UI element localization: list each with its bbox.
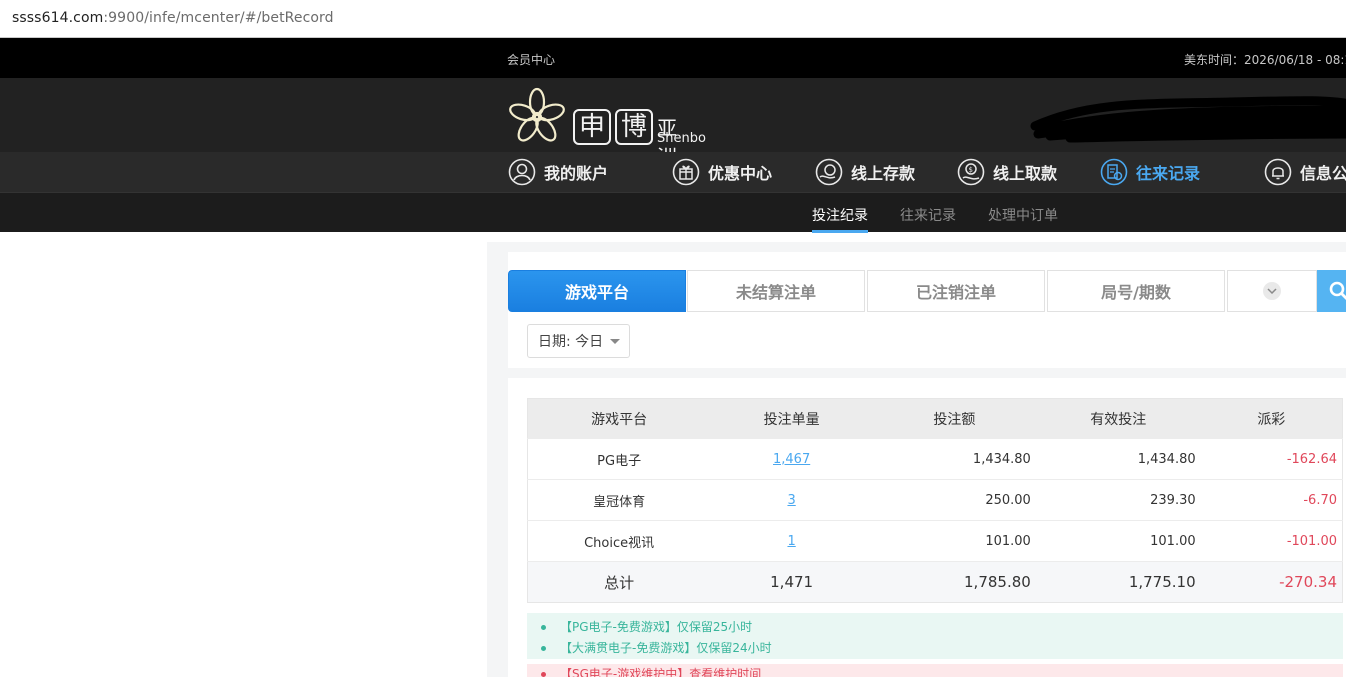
- col-header-payout: 派彩: [1200, 398, 1343, 439]
- user-icon: [508, 158, 536, 186]
- cell-platform: PG电子: [527, 438, 711, 480]
- gift-icon: [672, 158, 700, 186]
- notice-box: 【PG电子-免费游戏】仅保留25小时 【大满贯电子-免费游戏】仅保留24小时: [527, 613, 1343, 659]
- cell-platform: 皇冠体育: [527, 479, 711, 521]
- table-total-row: 总计 1,471 1,785.80 1,775.10 -270.34: [527, 561, 1343, 603]
- table-row: 皇冠体育 3 250.00 239.30 -6.70: [527, 479, 1343, 521]
- date-select-value: 日期: 今日: [538, 334, 604, 350]
- warning-item[interactable]: 【SG电子-游戏维护中】查看维护时间: [541, 664, 1343, 677]
- tab-bet-record[interactable]: 投注纪录: [812, 205, 868, 233]
- nav-label: 往来记录: [1136, 164, 1201, 183]
- cell-valid: 239.30: [1035, 479, 1201, 521]
- caret-down-icon: [610, 338, 621, 344]
- cell-amount: 101.00: [873, 520, 1036, 562]
- total-payout: -270.34: [1200, 561, 1343, 603]
- col-header-amount: 投注额: [873, 398, 1036, 439]
- filter-tab-round-number[interactable]: 局号/期数: [1047, 270, 1225, 312]
- filter-tab-cancelled[interactable]: 已注销注单: [867, 270, 1045, 312]
- total-count: 1,471: [710, 561, 873, 603]
- logo-char-shen: 申: [573, 109, 611, 145]
- us-east-time: 美东时间：2026/06/18 - 08:13: [1184, 53, 1346, 67]
- col-header-platform: 游戏平台: [527, 398, 711, 439]
- cell-count: 3: [710, 479, 873, 521]
- total-label: 总计: [527, 561, 711, 603]
- nav-label: 信息公: [1300, 164, 1346, 183]
- top-strip: 会员中心 美东时间：2026/06/18 - 08:13: [0, 38, 1346, 78]
- chevron-down-icon: [1263, 282, 1281, 300]
- bet-count-link[interactable]: 3: [787, 493, 795, 508]
- col-header-valid: 有效投注: [1035, 398, 1201, 439]
- main-nav: 我的账户 优惠中心 线上存款 $ 线上取款 往来记录 信息公: [0, 152, 1346, 192]
- cell-amount: 250.00: [873, 479, 1036, 521]
- warning-box: 【SG电子-游戏维护中】查看维护时间: [527, 664, 1343, 677]
- cell-payout: -6.70: [1200, 479, 1343, 521]
- tab-transaction-record[interactable]: 往来记录: [900, 205, 956, 225]
- nav-records[interactable]: 往来记录: [1100, 158, 1200, 186]
- cell-valid: 101.00: [1035, 520, 1201, 562]
- nav-label: 优惠中心: [708, 164, 773, 183]
- nav-promotions[interactable]: 优惠中心: [672, 158, 772, 186]
- notice-item: 【大满贯电子-免费游戏】仅保留24小时: [541, 638, 1343, 659]
- nav-deposit[interactable]: 线上存款: [815, 158, 915, 186]
- table-row: Choice视讯 1 101.00 101.00 -101.00: [527, 520, 1343, 562]
- total-valid: 1,775.10: [1035, 561, 1201, 603]
- cell-count: 1,467: [710, 438, 873, 480]
- sub-nav: 投注纪录 往来记录 处理中订单: [0, 192, 1346, 233]
- filter-tab-unsettled[interactable]: 未结算注单: [687, 270, 865, 312]
- nav-label: 我的账户: [544, 164, 609, 183]
- search-icon: [1329, 281, 1346, 300]
- member-center-link[interactable]: 会员中心: [507, 51, 555, 68]
- redaction-scribble: [1030, 96, 1346, 143]
- notice-item: 【PG电子-免费游戏】仅保留25小时: [541, 617, 1343, 638]
- cell-payout: -162.64: [1200, 438, 1343, 480]
- filter-tab-game-platform[interactable]: 游戏平台: [508, 270, 686, 312]
- svg-text:$: $: [969, 166, 973, 174]
- url-path: :9900/infe/mcenter/#/betRecord: [103, 10, 334, 26]
- logo-char-bo: 博: [615, 109, 653, 145]
- url-text[interactable]: ssss614.com:9900/infe/mcenter/#/betRecor…: [12, 10, 334, 26]
- cell-payout: -101.00: [1200, 520, 1343, 562]
- nav-label: 线上取款: [993, 164, 1058, 183]
- bet-count-link[interactable]: 1: [787, 534, 795, 549]
- browser-address-bar[interactable]: ssss614.com:9900/infe/mcenter/#/betRecor…: [0, 0, 1346, 38]
- nav-my-account[interactable]: 我的账户: [508, 158, 608, 186]
- search-button[interactable]: [1317, 270, 1346, 312]
- cell-amount: 1,434.80: [873, 438, 1036, 480]
- withdraw-icon: $: [957, 158, 985, 186]
- tab-pending-orders[interactable]: 处理中订单: [988, 205, 1058, 225]
- bet-summary-table: 游戏平台 投注单量 投注额 有效投注 派彩 PG电子 1,467 1,434.8…: [527, 398, 1343, 603]
- table-row: PG电子 1,467 1,434.80 1,434.80 -162.64: [527, 438, 1343, 480]
- nav-withdraw[interactable]: $ 线上取款: [957, 158, 1057, 186]
- date-select[interactable]: 日期: 今日: [527, 324, 630, 358]
- nav-messages[interactable]: 信息公: [1264, 158, 1346, 186]
- flower-logo-icon: [509, 87, 565, 142]
- cell-count: 1: [710, 520, 873, 562]
- more-filter-dropdown[interactable]: [1227, 270, 1317, 312]
- url-host: ssss614.com: [12, 10, 104, 26]
- nav-label: 线上存款: [851, 164, 916, 183]
- logo-english-text: Shenbo: [657, 131, 706, 146]
- total-amount: 1,785.80: [873, 561, 1036, 603]
- table-header-row: 游戏平台 投注单量 投注额 有效投注 派彩: [527, 398, 1343, 439]
- bell-icon: [1264, 158, 1292, 186]
- deposit-icon: [815, 158, 843, 186]
- record-icon: [1100, 158, 1128, 186]
- bet-count-link[interactable]: 1,467: [773, 452, 810, 467]
- col-header-count: 投注单量: [710, 398, 873, 439]
- cell-platform: Choice视讯: [527, 520, 711, 562]
- cell-valid: 1,434.80: [1035, 438, 1201, 480]
